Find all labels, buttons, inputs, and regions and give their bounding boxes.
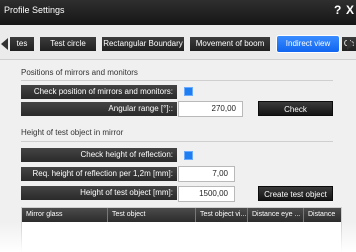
angular-range-label: Angular range [°]:: — [21, 102, 177, 116]
column-mirror-glass[interactable]: Mirror glass — [22, 208, 108, 222]
req-height-label: Req. height of reflection per 1,2m [mm]: — [21, 167, 177, 181]
req-height-input[interactable]: 7,00 — [178, 166, 235, 182]
create-test-object-button[interactable]: Create test object — [258, 186, 333, 201]
window-title: Profile Settings — [4, 5, 65, 15]
angular-range-input[interactable]: 270,00 — [178, 101, 243, 117]
section-title-positions: Positions of mirrors and monitors — [21, 68, 138, 77]
check-position-label: Check position of mirrors and monitors: — [21, 85, 177, 99]
tab-scroll-left-icon[interactable] — [1, 38, 8, 50]
column-distance[interactable]: Distance — [304, 208, 341, 222]
help-button[interactable]: ? — [334, 3, 341, 17]
section-divider — [21, 80, 333, 81]
column-test-object[interactable]: Test object — [108, 208, 196, 222]
close-button[interactable]: X — [346, 3, 354, 17]
tab-test-circle[interactable]: Test circle — [40, 37, 96, 51]
profile-settings-window: Profile Settings ? X tes Test circle Rec… — [0, 0, 356, 252]
column-distance-eye[interactable]: Distance eye ... — [248, 208, 304, 222]
title-bar: Profile Settings ? X — [0, 0, 356, 25]
tab-movement-of-boom[interactable]: Movement of boom — [190, 37, 270, 51]
tab-strip: tes Test circle Rectangular Boundary Mov… — [0, 25, 356, 60]
tab-indirect-view[interactable]: Indirect view — [276, 35, 340, 53]
tab-partial-left[interactable]: tes — [10, 37, 34, 51]
grid-header: Mirror glass Test object Test object vi.… — [22, 208, 341, 222]
check-height-checkbox[interactable] — [184, 151, 193, 160]
check-button[interactable]: Check — [258, 101, 333, 116]
height-test-object-label: Height of test object [mm]: — [21, 186, 177, 200]
column-test-object-visible[interactable]: Test object vi... — [196, 208, 248, 222]
tab-rectangular-boundary[interactable]: Rectangular Boundary — [102, 37, 184, 51]
bottom-fade — [0, 222, 356, 252]
check-position-checkbox[interactable] — [184, 87, 193, 96]
height-test-object-input[interactable]: 1500,00 — [178, 186, 235, 202]
check-height-label: Check height of reflection: — [21, 148, 177, 162]
tab-scroll-right-icon[interactable] — [347, 38, 354, 50]
section-divider — [21, 141, 333, 142]
section-title-height: Height of test object in mirror — [21, 128, 124, 137]
